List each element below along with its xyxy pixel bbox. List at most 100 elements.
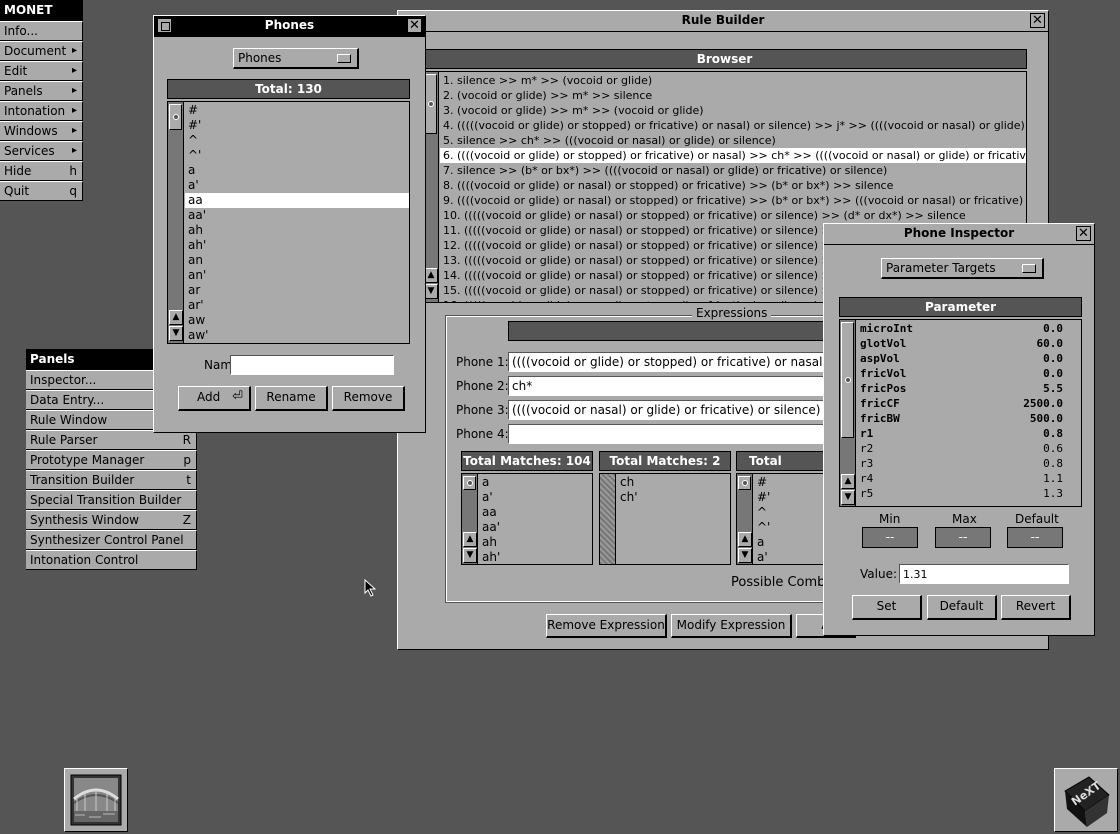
match-list-item[interactable]: a	[754, 535, 834, 550]
phone-list-item[interactable]: a'	[185, 178, 409, 193]
match-list-item[interactable]: ah	[479, 535, 591, 550]
scroll-knob[interactable]	[738, 476, 751, 490]
parameter-targets-popup[interactable]: Parameter Targets	[881, 258, 1044, 279]
rule-row[interactable]: 4. (((((vocoid or glide) or stopped) or …	[440, 118, 1026, 133]
scroll-down-arrow-icon[interactable]: ▼	[463, 548, 477, 563]
menu-item-intonation[interactable]: Intonation ▸	[0, 101, 83, 121]
menu-item-edit[interactable]: Edit ▸	[0, 61, 83, 81]
phone-list-item[interactable]: ar'	[185, 298, 409, 313]
phone-list-item[interactable]: aa'	[185, 208, 409, 223]
phone-list-item[interactable]: aa	[185, 193, 409, 208]
phone-list-item[interactable]: an	[185, 253, 409, 268]
parameter-row[interactable]: r3 0.8	[860, 456, 1067, 471]
revert-button[interactable]: Revert	[1001, 595, 1071, 620]
scroll-down-arrow-icon[interactable]: ▼	[841, 490, 855, 505]
match-list-item[interactable]: ah'	[479, 550, 591, 564]
matches-1-scrollbar[interactable]: ▲ ▼	[462, 474, 478, 564]
scroll-knob[interactable]	[841, 322, 854, 438]
rename-button[interactable]: Rename	[255, 386, 328, 411]
menu-item-quit[interactable]: Quit q	[0, 181, 83, 201]
rule-row[interactable]: 9. ((((vocoid or glide) or nasal) or sto…	[440, 193, 1026, 208]
phone-inspector-titlebar[interactable]: Phone Inspector ✕	[824, 224, 1094, 245]
scroll-up-arrow-icon[interactable]: ▲	[463, 532, 477, 547]
scroll-up-arrow-icon[interactable]: ▲	[841, 474, 855, 489]
match-list-item[interactable]: ch	[617, 475, 729, 490]
match-list-item[interactable]: #	[754, 475, 834, 490]
match-list-item[interactable]: a'	[754, 550, 834, 564]
match-list-item[interactable]: ^'	[754, 520, 834, 535]
scroll-down-arrow-icon[interactable]: ▼	[169, 326, 183, 341]
name-field[interactable]	[230, 355, 394, 375]
scroll-down-arrow-icon[interactable]: ▼	[738, 548, 752, 563]
remove-button[interactable]: Remove	[332, 386, 405, 411]
parameter-row[interactable]: r1 0.8	[860, 426, 1067, 441]
panels-item-rule-parser[interactable]: Rule Parser R	[26, 430, 197, 450]
panels-item-special-transition-builder[interactable]: Special Transition Builder	[26, 490, 197, 510]
scroll-up-arrow-icon[interactable]: ▲	[424, 268, 438, 283]
parameter-row[interactable]: r2 0.6	[860, 441, 1067, 456]
menu-item-windows[interactable]: Windows ▸	[0, 121, 83, 141]
rule-row[interactable]: 3. (vocoid or glide) >> m* >> (vocoid or…	[440, 103, 1026, 118]
match-list-item[interactable]: ^	[754, 505, 834, 520]
rule-row[interactable]: 1. silence >> m* >> (vocoid or glide)	[440, 73, 1026, 88]
default-button[interactable]: Default	[927, 595, 997, 620]
rule-row[interactable]: 5. silence >> ch* >> (((vocoid or nasal)…	[440, 133, 1026, 148]
menu-item-services[interactable]: Services ▸	[0, 141, 83, 161]
panels-item-intonation-control[interactable]: Intonation Control	[26, 550, 197, 570]
phone-4-field[interactable]	[508, 424, 828, 444]
phone-list-item[interactable]: #'	[185, 118, 409, 133]
scroll-knob[interactable]	[463, 476, 476, 490]
rule-row[interactable]: 2. (vocoid or glide) >> m* >> silence	[440, 88, 1026, 103]
modify-expression-button[interactable]: Modify Expression	[671, 614, 792, 638]
phone-list-item[interactable]: ^	[185, 133, 409, 148]
parameter-row[interactable]: fricBW 500.0	[860, 411, 1067, 426]
parameter-row[interactable]: fricVol 0.0	[860, 366, 1067, 381]
parameter-row[interactable]: r5 1.3	[860, 486, 1067, 501]
phones-list-scrollbar[interactable]: ▲ ▼	[168, 102, 184, 343]
scroll-up-arrow-icon[interactable]: ▲	[738, 532, 752, 547]
next-cube-icon[interactable]: NeXT	[1054, 768, 1118, 832]
phone-list-item[interactable]: aw	[185, 313, 409, 328]
monet-painting-icon[interactable]	[64, 768, 128, 832]
match-list-item[interactable]: a	[479, 475, 591, 490]
close-icon[interactable]: ✕	[1076, 226, 1091, 241]
phone-list-item[interactable]: #	[185, 103, 409, 118]
panels-item-prototype-manager[interactable]: Prototype Manager p	[26, 450, 197, 470]
phones-popup[interactable]: Phones	[233, 48, 359, 69]
scroll-knob[interactable]	[169, 104, 182, 130]
phone-1-field[interactable]: ((((vocoid or glide) or stopped) or fric…	[508, 352, 828, 372]
phone-list-item[interactable]: aw'	[185, 328, 409, 343]
phone-list-item[interactable]: a	[185, 163, 409, 178]
miniaturize-icon[interactable]	[157, 18, 172, 33]
menu-item-hide[interactable]: Hide h	[0, 161, 83, 181]
match-list-item[interactable]: aa	[479, 505, 591, 520]
phones-titlebar[interactable]: Phones ✕	[154, 16, 425, 37]
rule-row[interactable]: 10. (((((vocoid or glide) or nasal) or s…	[440, 208, 1026, 223]
match-list-item[interactable]: ch'	[617, 490, 729, 505]
phone-list-item[interactable]: ar	[185, 283, 409, 298]
phone-2-field[interactable]: ch*	[508, 376, 828, 396]
parameter-row[interactable]: microInt 0.0	[860, 321, 1067, 336]
match-list-item[interactable]: #'	[754, 490, 834, 505]
phone-3-field[interactable]: ((((vocoid or nasal) or glide) or fricat…	[508, 400, 828, 420]
set-button[interactable]: Set	[852, 595, 922, 620]
rule-row[interactable]: 6. ((((vocoid or glide) or stopped) or f…	[440, 148, 1026, 163]
parameter-row[interactable]: glotVol 60.0	[860, 336, 1067, 351]
rule-builder-titlebar[interactable]: Rule Builder ✕	[398, 11, 1048, 32]
panels-item-synthesis-window[interactable]: Synthesis Window Z	[26, 510, 197, 530]
match-list-item[interactable]: a'	[479, 490, 591, 505]
phone-list-item[interactable]: ah'	[185, 238, 409, 253]
parameter-row[interactable]: r4 1.1	[860, 471, 1067, 486]
parameter-row[interactable]: fricCF 2500.0	[860, 396, 1067, 411]
scroll-up-arrow-icon[interactable]: ▲	[169, 310, 183, 325]
phone-list-item[interactable]: ah	[185, 223, 409, 238]
value-field[interactable]: 1.31	[899, 564, 1069, 584]
panels-item-transition-builder[interactable]: Transition Builder t	[26, 470, 197, 490]
panels-item-synthesizer-control-panel[interactable]: Synthesizer Control Panel	[26, 530, 197, 550]
menu-item-info[interactable]: Info...	[0, 21, 83, 41]
rule-row[interactable]: 7. silence >> (b* or bx*) >> ((((vocoid …	[440, 163, 1026, 178]
phone-list-item[interactable]: an'	[185, 268, 409, 283]
parameter-row[interactable]: fricPos 5.5	[860, 381, 1067, 396]
matches-2-scrollbar[interactable]	[600, 474, 616, 564]
match-list-item[interactable]: aa'	[479, 520, 591, 535]
